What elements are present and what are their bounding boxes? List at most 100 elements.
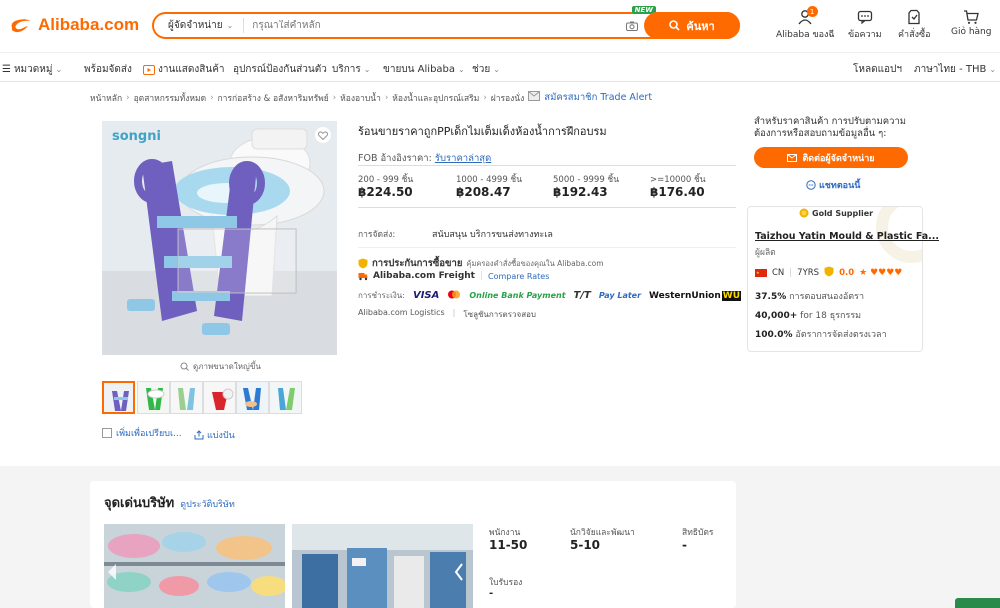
tier-price: ฿224.50 bbox=[358, 185, 413, 199]
divider bbox=[358, 207, 736, 208]
cart-link[interactable]: Giỏ hàng bbox=[951, 9, 991, 37]
nav-download-app[interactable]: โหลดแอปฯ bbox=[853, 62, 902, 77]
supplier-years: 7YRS bbox=[797, 268, 820, 278]
thumbnail-image[interactable] bbox=[137, 381, 170, 414]
breadcrumb-construction[interactable]: การก่อสร้าง & อสังหาริมทรัพย์ bbox=[218, 91, 329, 105]
trade-assurance-subtitle: คุ้มครองคำสั่งซื้อของคุณใน Alibaba.com bbox=[466, 258, 604, 268]
hamburger-icon: ☰ bbox=[2, 64, 11, 75]
breadcrumb-separator: › bbox=[483, 92, 487, 103]
payment-label: การชำระเงิน: bbox=[358, 291, 405, 300]
divider bbox=[358, 247, 736, 248]
separator: | bbox=[452, 308, 456, 317]
messages-link[interactable]: ข้อความ bbox=[848, 9, 882, 41]
rnd-value: 5-10 bbox=[570, 538, 601, 552]
response-rate: 37.5% การตอบสนองอัตรา bbox=[755, 289, 864, 303]
zoom-label-text: ดูภาพขนาดใหญ่ขึ้น bbox=[193, 362, 261, 371]
transactions-value: 40,000+ bbox=[755, 311, 798, 321]
nav-ready-to-ship[interactable]: พร้อมจัดส่ง bbox=[84, 62, 132, 77]
chat-now-label: แชทตอนนี้ bbox=[819, 181, 861, 191]
language-label: ภาษาไทย - THB bbox=[914, 64, 987, 75]
live-label: งานแสดงสินค้า bbox=[158, 64, 225, 75]
language-select[interactable]: ภาษาไทย - THB ⌄ bbox=[914, 62, 996, 77]
trade-assurance[interactable]: การประกันการซื้อขาย คุ้มครองคำสั่งซื้อขอ… bbox=[358, 256, 604, 271]
nav-help[interactable]: ช่วย ⌄ bbox=[472, 62, 500, 77]
thumbnail-image[interactable] bbox=[236, 381, 269, 414]
compare-checkbox[interactable] bbox=[102, 428, 112, 438]
product-main-image[interactable]: songni bbox=[102, 121, 337, 355]
svg-text:★: ★ bbox=[756, 270, 760, 275]
logistics-info: Alibaba.com Logistics | โซลูชันการตรวจสอ… bbox=[358, 308, 536, 321]
separator: | bbox=[479, 271, 484, 281]
fob-label: FOB อ้างอิงราคา: bbox=[358, 153, 432, 164]
feedback-tab[interactable] bbox=[955, 598, 1000, 608]
contact-supplier-button[interactable]: ติดต่อผู้จัดจำหน่าย bbox=[754, 147, 908, 168]
trade-alert-link[interactable]: สมัครสมาชิก Trade Alert bbox=[544, 90, 652, 105]
search-button[interactable]: ค้นหา bbox=[644, 12, 740, 39]
western-union-text: WesternUnion bbox=[649, 290, 721, 301]
visa-icon: VISA bbox=[412, 290, 440, 301]
orders-link[interactable]: คำสั่งซื้อ bbox=[898, 9, 930, 41]
my-alibaba-link[interactable]: 1 Alibaba ของฉี bbox=[776, 6, 835, 41]
camera-icon[interactable] bbox=[626, 20, 638, 34]
transactions-label: for 18 ธุรกรรม bbox=[800, 311, 862, 321]
share-link[interactable]: แบ่งปัน bbox=[194, 428, 235, 442]
chevron-down-icon: ⌄ bbox=[55, 65, 63, 74]
categories-label: หมวดหมู่ bbox=[13, 64, 53, 75]
certifications-label: ใบรับรอง bbox=[489, 578, 523, 588]
cart-label: Giỏ hàng bbox=[951, 27, 992, 37]
breadcrumb-toilet-seats[interactable]: ฝารองนั่ง bbox=[491, 91, 525, 105]
favorite-heart-icon[interactable] bbox=[315, 127, 331, 143]
inspection-label: โซลูชันการตรวจสอบ bbox=[463, 310, 536, 319]
breadcrumb-separator: › bbox=[210, 92, 214, 103]
breadcrumb-bathroom[interactable]: ห้องอาบน้ำ bbox=[340, 91, 381, 105]
breadcrumb-home[interactable]: หน้าหลัก bbox=[90, 91, 122, 105]
rating-stars-icon: ★ ♥♥♥♥ bbox=[859, 268, 903, 278]
thumbnail-image[interactable] bbox=[102, 381, 135, 414]
certifications-value: - bbox=[489, 588, 494, 599]
breadcrumb: หน้าหลัก › อุตสาหกรรมทั้งหมด › การก่อสร้าง… bbox=[90, 90, 652, 105]
my-alibaba-label: Alibaba ของฉี bbox=[776, 30, 835, 40]
nav-trade-show[interactable]: งานแสดงสินค้า bbox=[143, 62, 225, 77]
trade-assurance-title: การประกันการซื้อขาย bbox=[372, 258, 463, 269]
categories-menu[interactable]: ☰ หมวดหมู่ ⌄ bbox=[2, 62, 62, 77]
supplier-country: CN bbox=[772, 268, 785, 278]
response-rate-value: 37.5% bbox=[755, 292, 787, 302]
compare-rates-link[interactable]: Compare Rates bbox=[488, 272, 549, 281]
thumbnail-image[interactable] bbox=[269, 381, 302, 414]
header: Alibaba.com ผู้จัดจำหน่าย ⌄ NEW ค้นหา 1 … bbox=[0, 0, 1000, 52]
chevron-down-icon: ⌄ bbox=[226, 21, 234, 30]
sell-label: ขายบน Alibaba bbox=[383, 64, 456, 75]
alibaba-logo[interactable]: Alibaba.com bbox=[8, 14, 139, 36]
breadcrumb-toilet-accessories[interactable]: ห้องน้ำและอุปกรณ์เสริม bbox=[392, 91, 479, 105]
supplier-name-link[interactable]: Taizhou Yatin Mould & Plastic Fa... bbox=[755, 231, 939, 242]
verified-icon bbox=[824, 266, 834, 280]
payment-methods: การชำระเงิน: VISA Online Bank Payment T/… bbox=[358, 289, 776, 302]
nav-services[interactable]: บริการ ⌄ bbox=[332, 62, 370, 77]
mail-icon bbox=[787, 153, 798, 162]
transactions: 40,000+ for 18 ธุรกรรม bbox=[755, 308, 861, 322]
search-category-select[interactable]: ผู้จัดจำหน่าย ⌄ bbox=[154, 18, 245, 33]
factory-photo[interactable] bbox=[292, 524, 473, 608]
thumbnail-image[interactable] bbox=[170, 381, 203, 414]
company-photo[interactable] bbox=[104, 524, 285, 608]
view-larger-link[interactable]: ดูภาพขนาดใหญ่ขึ้น bbox=[180, 360, 261, 373]
cart-icon bbox=[964, 10, 980, 24]
chevron-down-icon: ⌄ bbox=[989, 65, 997, 74]
alibaba-logo-icon bbox=[8, 14, 34, 36]
add-to-compare[interactable]: เพิ่มเพื่อเปรียบเ... bbox=[102, 426, 182, 440]
tier-quantity: 200 - 999 ชิ้น bbox=[358, 175, 414, 185]
tier-price: ฿192.43 bbox=[553, 185, 608, 199]
nav-ppe[interactable]: อุปกรณ์ป้องกันส่วนตัว bbox=[233, 62, 327, 77]
supplier-type: ผู้ผลิต bbox=[755, 248, 776, 258]
latest-price-link[interactable]: รับราคาล่าสุด bbox=[435, 153, 491, 164]
breadcrumb-all-industries[interactable]: อุตสาหกรรมทั้งหมด bbox=[134, 91, 207, 105]
company-profile-link[interactable]: ดูประวัติบริษัท bbox=[180, 497, 235, 511]
nav-sell[interactable]: ขายบน Alibaba ⌄ bbox=[383, 62, 465, 77]
wu-logo: WU bbox=[721, 290, 742, 301]
shipping-value: สนับสนุน บริการขนส่งทางทะเล bbox=[432, 230, 553, 240]
freight-info: Alibaba.com Freight | Compare Rates bbox=[358, 271, 549, 281]
chat-now-link[interactable]: แชทตอนนี้ bbox=[806, 178, 860, 192]
tier-price: ฿176.40 bbox=[650, 185, 705, 199]
shipping-label: การจัดส่ง: bbox=[358, 230, 396, 240]
thumbnail-image[interactable] bbox=[203, 381, 236, 414]
